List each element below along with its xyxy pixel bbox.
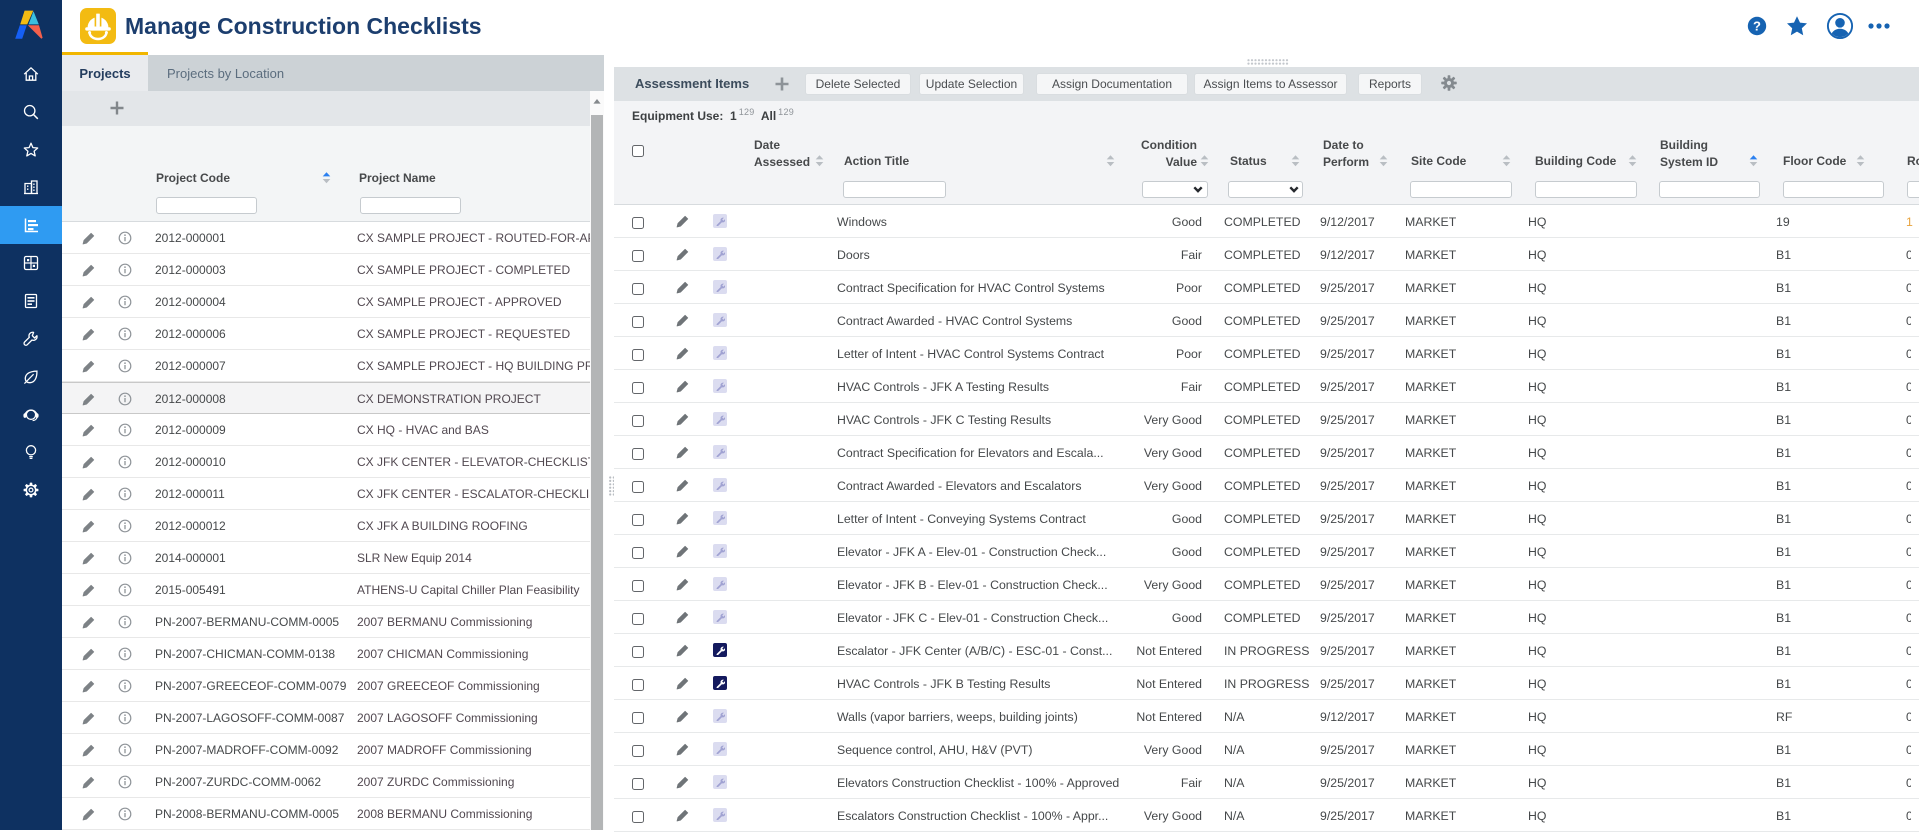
svg-text:?: ? xyxy=(1753,18,1761,33)
